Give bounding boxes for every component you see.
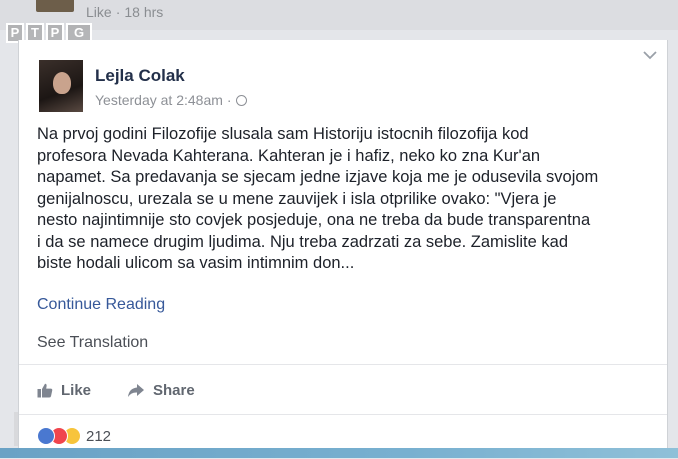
reaction-count: 212 xyxy=(86,427,112,445)
video-bottom-band xyxy=(0,448,678,458)
reaction-summary[interactable]: 212 xyxy=(37,427,111,445)
action-bar: Like Share xyxy=(19,364,667,413)
chevron-down-icon[interactable] xyxy=(643,50,657,60)
globe-icon xyxy=(235,94,247,106)
see-translation-link[interactable]: See Translation xyxy=(37,334,148,352)
like-label: Like xyxy=(61,382,92,399)
post-meta: Yesterday at 2:48am · xyxy=(95,92,247,108)
like-reaction-icon xyxy=(37,427,55,445)
like-button[interactable]: Like xyxy=(37,382,91,399)
continue-reading-link[interactable]: Continue Reading xyxy=(37,296,165,314)
share-label: Share xyxy=(153,382,195,399)
previous-post-time: 18 hrs xyxy=(124,4,164,20)
previous-post-thumbnail xyxy=(36,0,74,12)
previous-post-footer: Like · 18 hrs xyxy=(0,0,678,30)
post-card: Lejla Colak Yesterday at 2:48am · Na prv… xyxy=(18,40,668,458)
previous-post-meta: Like · 18 hrs xyxy=(86,4,163,20)
separator-dot: · xyxy=(226,92,232,108)
avatar-face xyxy=(53,72,71,94)
post-author[interactable]: Lejla Colak xyxy=(95,66,185,86)
avatar[interactable] xyxy=(39,60,83,112)
previous-like-link[interactable]: Like xyxy=(86,4,112,20)
post-text: Na prvoj godini Filozofije slusala sam H… xyxy=(37,125,599,272)
share-button[interactable]: Share xyxy=(127,382,195,399)
post-timestamp[interactable]: Yesterday at 2:48am xyxy=(95,92,223,108)
share-arrow-icon xyxy=(128,384,144,397)
separator-dot: · xyxy=(115,4,121,20)
thumbs-up-icon xyxy=(37,383,53,398)
